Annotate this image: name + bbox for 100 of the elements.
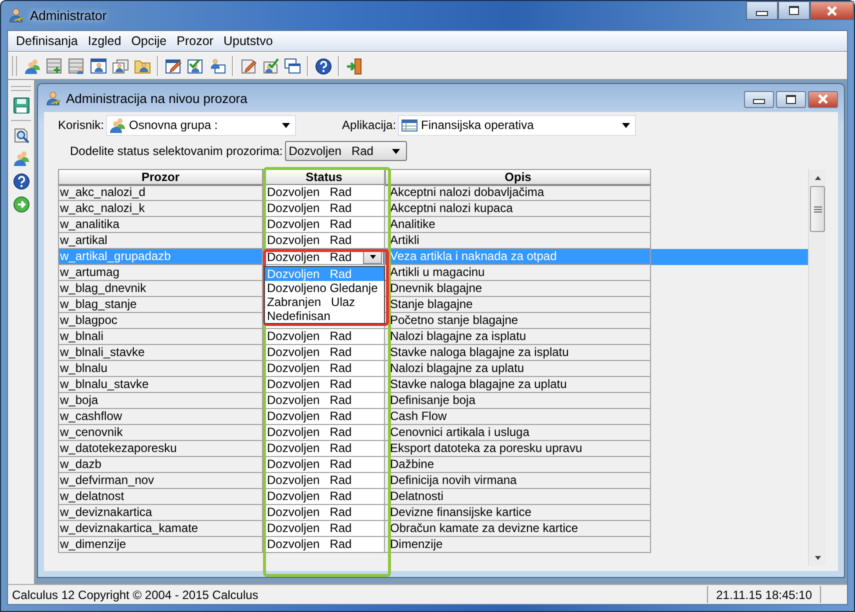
table-cell[interactable]: w_blnali_stavke	[58, 345, 263, 361]
user-window-icon[interactable]	[209, 58, 226, 74]
table-cell[interactable]: w_boja	[58, 393, 263, 409]
users-icon	[109, 116, 126, 134]
table-cell: Dozvoljen Rad	[263, 409, 385, 425]
menu-item[interactable]: Definisanja	[11, 34, 83, 48]
table-cell[interactable]: w_deviznakartica	[58, 505, 263, 521]
table-cell: Obračun kamate za devizne kartice	[385, 521, 651, 537]
table-cell: Nalozi blagajne za uplatu	[385, 361, 651, 377]
help-icon[interactable]	[12, 173, 30, 190]
table-cell: Dozvoljen Rad	[263, 329, 385, 345]
table-cell: Stavke naloga blagajne za uplatu	[385, 377, 651, 393]
field-label: Aplikacija:	[342, 118, 396, 132]
table-cell[interactable]: w_akc_nalozi_k	[58, 201, 263, 217]
table-cell[interactable]: w_blnalu_stavke	[58, 377, 263, 393]
windows-icon[interactable]	[284, 58, 301, 74]
table-cell[interactable]: w_blnali	[58, 329, 263, 345]
add-row-icon[interactable]	[46, 58, 63, 74]
table-cell: Dnevnik blagajne	[385, 281, 651, 297]
column-header[interactable]: Prozor	[58, 169, 263, 186]
table-cell[interactable]: w_blagpoc	[58, 313, 263, 329]
minimize-button[interactable]	[746, 1, 778, 20]
field-label: Dodelite status selektovanim prozorima:	[70, 144, 283, 158]
dropdown-option[interactable]: Zabranjen Ulaz	[265, 295, 384, 309]
close-icon	[817, 94, 829, 104]
menu-item[interactable]: Izgled	[82, 34, 126, 48]
table-cell: Dozvoljen Rad	[263, 537, 385, 553]
window-icon	[44, 90, 61, 106]
maximize-button[interactable]	[778, 1, 810, 20]
check-document-icon[interactable]	[262, 58, 279, 74]
scrollbar-thumb[interactable]	[810, 186, 825, 232]
save-icon[interactable]	[12, 97, 30, 114]
grip-icon	[814, 206, 822, 212]
scrollbar[interactable]	[808, 169, 826, 566]
table-cell[interactable]: w_dazb	[58, 457, 263, 473]
table-cell: Dozvoljen Rad	[263, 441, 385, 457]
table-cell[interactable]: w_blag_stanje	[58, 297, 263, 313]
table-cell: Dozvoljen Rad	[263, 473, 385, 489]
search-icon[interactable]	[12, 127, 30, 144]
folder-user-icon[interactable]	[134, 58, 151, 74]
minimize-button[interactable]	[744, 90, 774, 108]
table-cell[interactable]: w_akc_nalozi_d	[58, 185, 263, 201]
status-text: Calculus 12 Copyright © 2004 - 2015 Calculus	[12, 588, 260, 602]
table-cell: Stavke naloga blagajne za isplatu	[385, 345, 651, 361]
application-dropdown[interactable]: Finansijska operativa	[398, 114, 636, 136]
dropdown-option[interactable]: Dozvoljeno Gledanje	[265, 281, 384, 295]
table-cell[interactable]: w_cenovnik	[58, 425, 263, 441]
table-cell[interactable]: w_blnalu	[58, 361, 263, 377]
window-title: Administracija na nivou prozora	[66, 90, 248, 106]
menu-item[interactable]: Opcije	[126, 34, 172, 48]
table-cell[interactable]: w_datotekezaporesku	[58, 441, 263, 457]
check-user-icon[interactable]	[187, 58, 204, 74]
window-user-icon[interactable]	[90, 58, 107, 74]
table-cell: Dozvoljen Rad	[263, 345, 385, 361]
edit-document-icon[interactable]	[240, 58, 257, 74]
help-icon[interactable]	[315, 58, 332, 74]
table-cell: Dozvoljen Rad	[263, 233, 385, 249]
table-cell[interactable]: w_deviznakartica_kamate	[58, 521, 263, 537]
table-cell[interactable]: w_blag_dnevnik	[58, 281, 263, 297]
table-cell: Dažbine	[385, 457, 651, 473]
table-cell: Cenovnici artikala i usluga	[385, 425, 651, 441]
table-cell: Dozvoljen Rad	[263, 489, 385, 505]
menu-item[interactable]: Prozor	[172, 34, 218, 48]
table-cell: Analitike	[385, 217, 651, 233]
table-cell: Artikli u magacinu	[385, 265, 651, 281]
window-title: Administrator	[30, 8, 108, 23]
close-button[interactable]	[808, 90, 838, 108]
table-cell[interactable]: w_analitika	[58, 217, 263, 233]
table-cell[interactable]: w_delatnost	[58, 489, 263, 505]
table-cell: Definicija novih virmana	[385, 473, 651, 489]
forward-icon[interactable]	[12, 196, 30, 213]
table-cell[interactable]: w_dimenzije	[58, 537, 263, 553]
table-cell[interactable]: w_cashflow	[58, 409, 263, 425]
dropdown-option[interactable]: Nedefinisan	[265, 309, 384, 323]
table-cell[interactable]: w_artumag	[58, 265, 263, 281]
user-dropdown[interactable]: Osnovna grupa :	[106, 114, 296, 136]
maximize-button[interactable]	[776, 90, 806, 108]
close-button[interactable]	[810, 1, 854, 20]
users-icon[interactable]	[24, 58, 41, 74]
field-label: Korisnik:	[58, 118, 104, 132]
table-cell: Početno stanje blagajne	[385, 313, 651, 329]
table-cell: Dozvoljen Rad	[263, 505, 385, 521]
table-icon	[401, 116, 418, 134]
table-user-icon[interactable]	[68, 58, 85, 74]
table-cell: Dozvoljen Rad	[263, 185, 385, 201]
table-cell: Dozvoljen Rad	[263, 425, 385, 441]
menu-item[interactable]: Uputstvo	[218, 34, 278, 48]
table-cell: Dozvoljen Rad	[263, 217, 385, 233]
users-icon[interactable]	[12, 150, 30, 167]
table-cell: Eksport datoteka za poresku upravu	[385, 441, 651, 457]
edit-window-icon[interactable]	[165, 58, 182, 74]
status-dropdown[interactable]: Dozvoljen Rad	[284, 141, 407, 161]
exit-door-icon[interactable]	[346, 58, 363, 74]
close-icon	[826, 6, 838, 16]
table-cell: Dozvoljen Rad	[263, 457, 385, 473]
table-cell: Dozvoljen Rad	[263, 377, 385, 393]
column-header[interactable]: Opis	[385, 169, 651, 186]
windows-user-icon[interactable]	[112, 58, 129, 74]
table-cell: Dozvoljen Rad	[263, 201, 385, 217]
table-cell[interactable]: w_defvirman_nov	[58, 473, 263, 489]
